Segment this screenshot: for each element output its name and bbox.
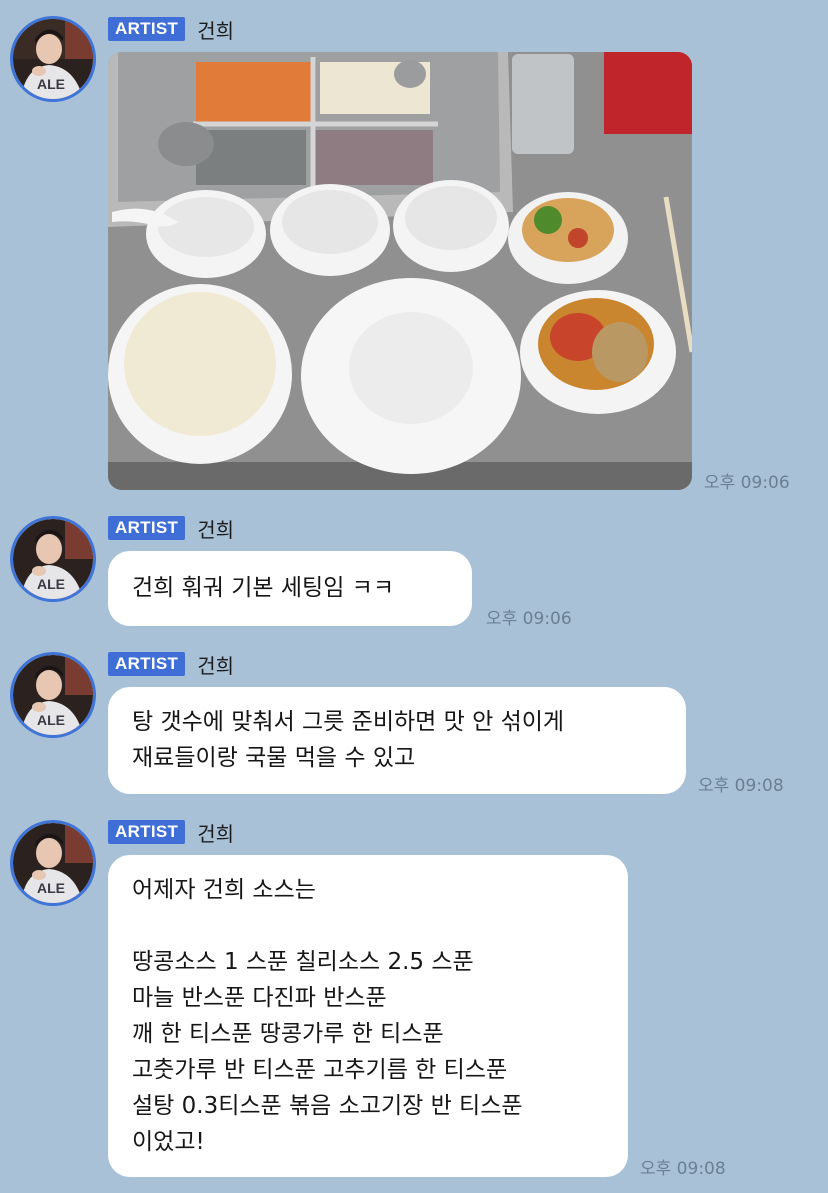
message-time: 오후 09:06 <box>704 473 790 493</box>
artist-badge: ARTIST <box>108 820 186 844</box>
sender-row: ARTIST 건희 <box>108 16 234 43</box>
message-bubble[interactable]: 탕 갯수에 맞춰서 그릇 준비하면 맛 안 섞이게 재료들이랑 국물 먹을 수 … <box>108 687 686 794</box>
message-line: 고춧가루 반 티스푼 고추기름 한 티스푼 <box>132 1057 508 1083</box>
profile-photo: ALE <box>13 519 93 599</box>
avatar[interactable]: ALE <box>10 652 96 738</box>
message-line: 깨 한 티스푼 땅콩가루 한 티스푼 <box>132 1021 444 1047</box>
message-line: 땅콩소스 1 스푼 칠리소스 2.5 스푼 <box>132 949 474 975</box>
svg-text:ALE: ALE <box>37 880 65 896</box>
message-line: 재료들이랑 국물 먹을 수 있고 <box>132 745 416 771</box>
profile-photo: ALE <box>13 823 93 903</box>
sender-row: ARTIST 건희 <box>108 819 234 846</box>
svg-text:ALE: ALE <box>37 76 65 92</box>
artist-badge: ARTIST <box>108 516 186 540</box>
message-line: 마늘 반스푼 다진파 반스푼 <box>132 985 387 1011</box>
avatar[interactable]: ALE <box>10 820 96 906</box>
message-line: 이었고! <box>132 1129 205 1155</box>
message-time: 오후 09:08 <box>640 1159 726 1179</box>
message-line: 건희 훠궈 기본 세팅임 ㅋㅋ <box>132 575 395 601</box>
avatar[interactable]: ALE <box>10 16 96 102</box>
sender-row: ARTIST 건희 <box>108 515 234 542</box>
message-time: 오후 09:08 <box>698 776 784 796</box>
artist-badge: ARTIST <box>108 17 186 41</box>
artist-badge: ARTIST <box>108 652 186 676</box>
message-line: 어제자 건희 소스는 <box>132 877 316 903</box>
message-time: 오후 09:06 <box>486 609 572 629</box>
avatar[interactable]: ALE <box>10 516 96 602</box>
message-bubble[interactable]: 건희 훠궈 기본 세팅임 ㅋㅋ <box>108 551 472 626</box>
sender-name: 건희 <box>197 18 234 43</box>
sender-name: 건희 <box>197 517 234 542</box>
sender-name: 건희 <box>197 821 234 846</box>
svg-text:ALE: ALE <box>37 576 65 592</box>
message-line: 탕 갯수에 맞춰서 그릇 준비하면 맛 안 섞이게 <box>132 709 565 735</box>
message-line: 설탕 0.3티스푼 볶음 소고기장 반 티스푼 <box>132 1093 523 1119</box>
profile-photo: ALE <box>13 655 93 735</box>
message-bubble[interactable]: 어제자 건희 소스는 땅콩소스 1 스푼 칠리소스 2.5 스푼 마늘 반스푼 … <box>108 855 628 1177</box>
profile-photo: ALE <box>13 19 93 99</box>
sender-row: ARTIST 건희 <box>108 651 234 678</box>
sender-name: 건희 <box>197 653 234 678</box>
svg-text:ALE: ALE <box>37 712 65 728</box>
hotpot-photo[interactable] <box>108 52 692 490</box>
